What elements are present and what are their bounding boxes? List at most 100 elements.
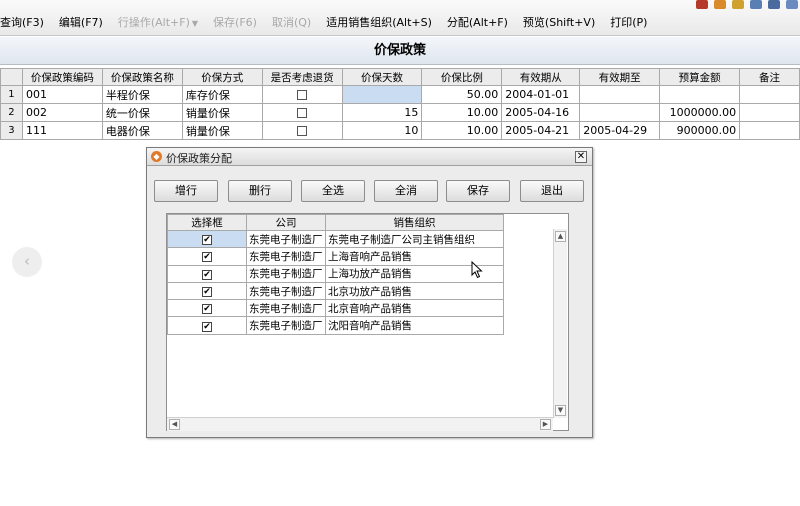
- valid-from-cell[interactable]: 2005-04-16: [501, 103, 581, 122]
- consider-return-cell[interactable]: [261, 121, 343, 140]
- checkbox-checked[interactable]: ✔: [202, 235, 212, 246]
- select-cell[interactable]: ✔: [167, 247, 247, 266]
- budget-cell[interactable]: [659, 85, 741, 104]
- save-button[interactable]: 保存: [446, 180, 510, 202]
- days-cell[interactable]: 15: [341, 103, 423, 122]
- sales-org-cell[interactable]: 北京音响产品销售: [325, 299, 504, 318]
- select-cell[interactable]: ✔: [167, 264, 247, 283]
- code-cell[interactable]: 002: [21, 103, 103, 122]
- sales-org-cell[interactable]: 沈阳音响产品销售: [325, 316, 504, 335]
- checkbox-checked[interactable]: ✔: [202, 269, 212, 280]
- document-icon[interactable]: [750, 0, 762, 9]
- ratio-cell[interactable]: 50.00: [421, 85, 503, 104]
- column-header[interactable]: 备注: [739, 68, 800, 86]
- sales-org-cell[interactable]: 北京功放产品销售: [325, 281, 504, 301]
- company-cell[interactable]: 东莞电子制造厂: [246, 316, 326, 335]
- budget-cell[interactable]: 1000000.00: [659, 103, 741, 122]
- sales-org-cell[interactable]: 东莞电子制造厂公司主销售组织: [325, 229, 504, 249]
- code-cell[interactable]: 111: [21, 121, 103, 140]
- column-header[interactable]: 是否考虑退货: [261, 68, 343, 86]
- table-row[interactable]: 2 002 统一价保 销量价保 15 10.00 2005-04-16 1000…: [0, 103, 800, 122]
- days-cell[interactable]: 10: [341, 121, 423, 140]
- method-cell[interactable]: 库存价保: [181, 85, 263, 104]
- company-cell[interactable]: 东莞电子制造厂: [246, 229, 326, 249]
- table-row[interactable]: ✔ 东莞电子制造厂 上海功放产品销售: [167, 264, 504, 283]
- dialog-titlebar[interactable]: ◆ 价保政策分配 ✕: [147, 148, 592, 166]
- deselect-all-button[interactable]: 全消: [374, 180, 438, 202]
- company-cell[interactable]: 东莞电子制造厂: [246, 264, 326, 283]
- ratio-cell[interactable]: 10.00: [421, 103, 503, 122]
- company-cell[interactable]: 东莞电子制造厂: [246, 281, 326, 301]
- checkbox-checked[interactable]: ✔: [202, 287, 212, 298]
- scroll-right-icon[interactable]: ▶: [540, 419, 551, 430]
- valid-from-cell[interactable]: 2005-04-21: [501, 121, 581, 140]
- table-row[interactable]: ✔ 东莞电子制造厂 北京功放产品销售: [167, 281, 504, 301]
- column-header[interactable]: 价保天数: [341, 68, 423, 86]
- cancel-button[interactable]: 取消(Q): [272, 14, 311, 30]
- table-row[interactable]: ✔ 东莞电子制造厂 北京音响产品销售: [167, 299, 504, 318]
- company-cell[interactable]: 东莞电子制造厂: [246, 247, 326, 266]
- close-icon[interactable]: ✕: [575, 151, 587, 163]
- consider-return-cell[interactable]: [261, 85, 343, 104]
- row-operation-button[interactable]: 行操作(Alt+F) ▼: [118, 14, 198, 30]
- exit-button[interactable]: 退出: [520, 180, 584, 202]
- checkbox[interactable]: [297, 126, 308, 136]
- settings-icon[interactable]: [786, 0, 798, 9]
- note-cell[interactable]: [739, 121, 800, 140]
- select-cell[interactable]: ✔: [167, 281, 247, 301]
- scroll-down-icon[interactable]: ▼: [555, 405, 566, 416]
- vertical-scrollbar[interactable]: ▲ ▼: [553, 229, 567, 418]
- assign-button[interactable]: 分配(Alt+F): [447, 14, 508, 30]
- app-icon[interactable]: [696, 0, 708, 9]
- valid-from-cell[interactable]: 2004-01-01: [501, 85, 581, 104]
- column-header[interactable]: 价保比例: [421, 68, 503, 86]
- name-cell[interactable]: 统一价保: [101, 103, 183, 122]
- horizontal-scrollbar[interactable]: ◀ ▶: [167, 417, 553, 431]
- scroll-left-icon[interactable]: ◀: [169, 419, 180, 430]
- print-button[interactable]: 打印(P): [610, 14, 647, 30]
- column-header[interactable]: 有效期至: [579, 68, 661, 86]
- checkbox-checked[interactable]: ✔: [202, 252, 212, 263]
- consider-return-cell[interactable]: [261, 103, 343, 122]
- column-header[interactable]: 价保政策编码: [21, 68, 103, 86]
- name-cell[interactable]: 电器价保: [101, 121, 183, 140]
- method-cell[interactable]: 销量价保: [181, 103, 263, 122]
- delete-row-button[interactable]: 删行: [228, 180, 292, 202]
- note-icon[interactable]: [732, 0, 744, 9]
- column-header[interactable]: 价保方式: [181, 68, 263, 86]
- checkbox-checked[interactable]: ✔: [202, 304, 212, 315]
- column-header[interactable]: 价保政策名称: [101, 68, 183, 86]
- method-cell[interactable]: 销量价保: [181, 121, 263, 140]
- checkbox[interactable]: [297, 108, 308, 118]
- note-cell[interactable]: [739, 85, 800, 104]
- select-all-button[interactable]: 全选: [301, 180, 365, 202]
- preview-button[interactable]: 预览(Shift+V): [523, 14, 595, 30]
- code-cell[interactable]: 001: [21, 85, 103, 104]
- select-cell[interactable]: ✔: [167, 299, 247, 318]
- table-row[interactable]: ✔ 东莞电子制造厂 上海音响产品销售: [167, 247, 504, 266]
- select-cell[interactable]: ✔: [167, 229, 247, 249]
- save-button[interactable]: 保存(F6): [213, 14, 257, 30]
- edit-button[interactable]: 编辑(F7): [59, 14, 103, 30]
- days-cell[interactable]: [341, 85, 423, 104]
- note-cell[interactable]: [739, 103, 800, 122]
- name-cell[interactable]: 半程价保: [101, 85, 183, 104]
- applicable-sales-org-button[interactable]: 适用销售组织(Alt+S): [326, 14, 432, 30]
- query-button[interactable]: 查询(F3): [0, 14, 44, 30]
- budget-cell[interactable]: 900000.00: [659, 121, 741, 140]
- checkbox[interactable]: [297, 90, 308, 100]
- folder-icon[interactable]: [714, 0, 726, 9]
- scroll-up-icon[interactable]: ▲: [555, 231, 566, 242]
- select-cell[interactable]: ✔: [167, 316, 247, 335]
- table-row[interactable]: ✔ 东莞电子制造厂 沈阳音响产品销售: [167, 316, 504, 335]
- table-row[interactable]: ✔ 东莞电子制造厂 东莞电子制造厂公司主销售组织: [167, 229, 504, 249]
- list-icon[interactable]: [768, 0, 780, 9]
- table-row[interactable]: 1 001 半程价保 库存价保 50.00 2004-01-01: [0, 85, 800, 104]
- column-header[interactable]: 选择框: [167, 214, 247, 231]
- column-header[interactable]: 公司: [246, 214, 326, 231]
- add-row-button[interactable]: 增行: [154, 180, 218, 202]
- column-header[interactable]: 销售组织: [325, 214, 504, 231]
- valid-to-cell[interactable]: [579, 85, 661, 104]
- column-header[interactable]: 预算金额: [659, 68, 741, 86]
- checkbox-checked[interactable]: ✔: [202, 321, 212, 332]
